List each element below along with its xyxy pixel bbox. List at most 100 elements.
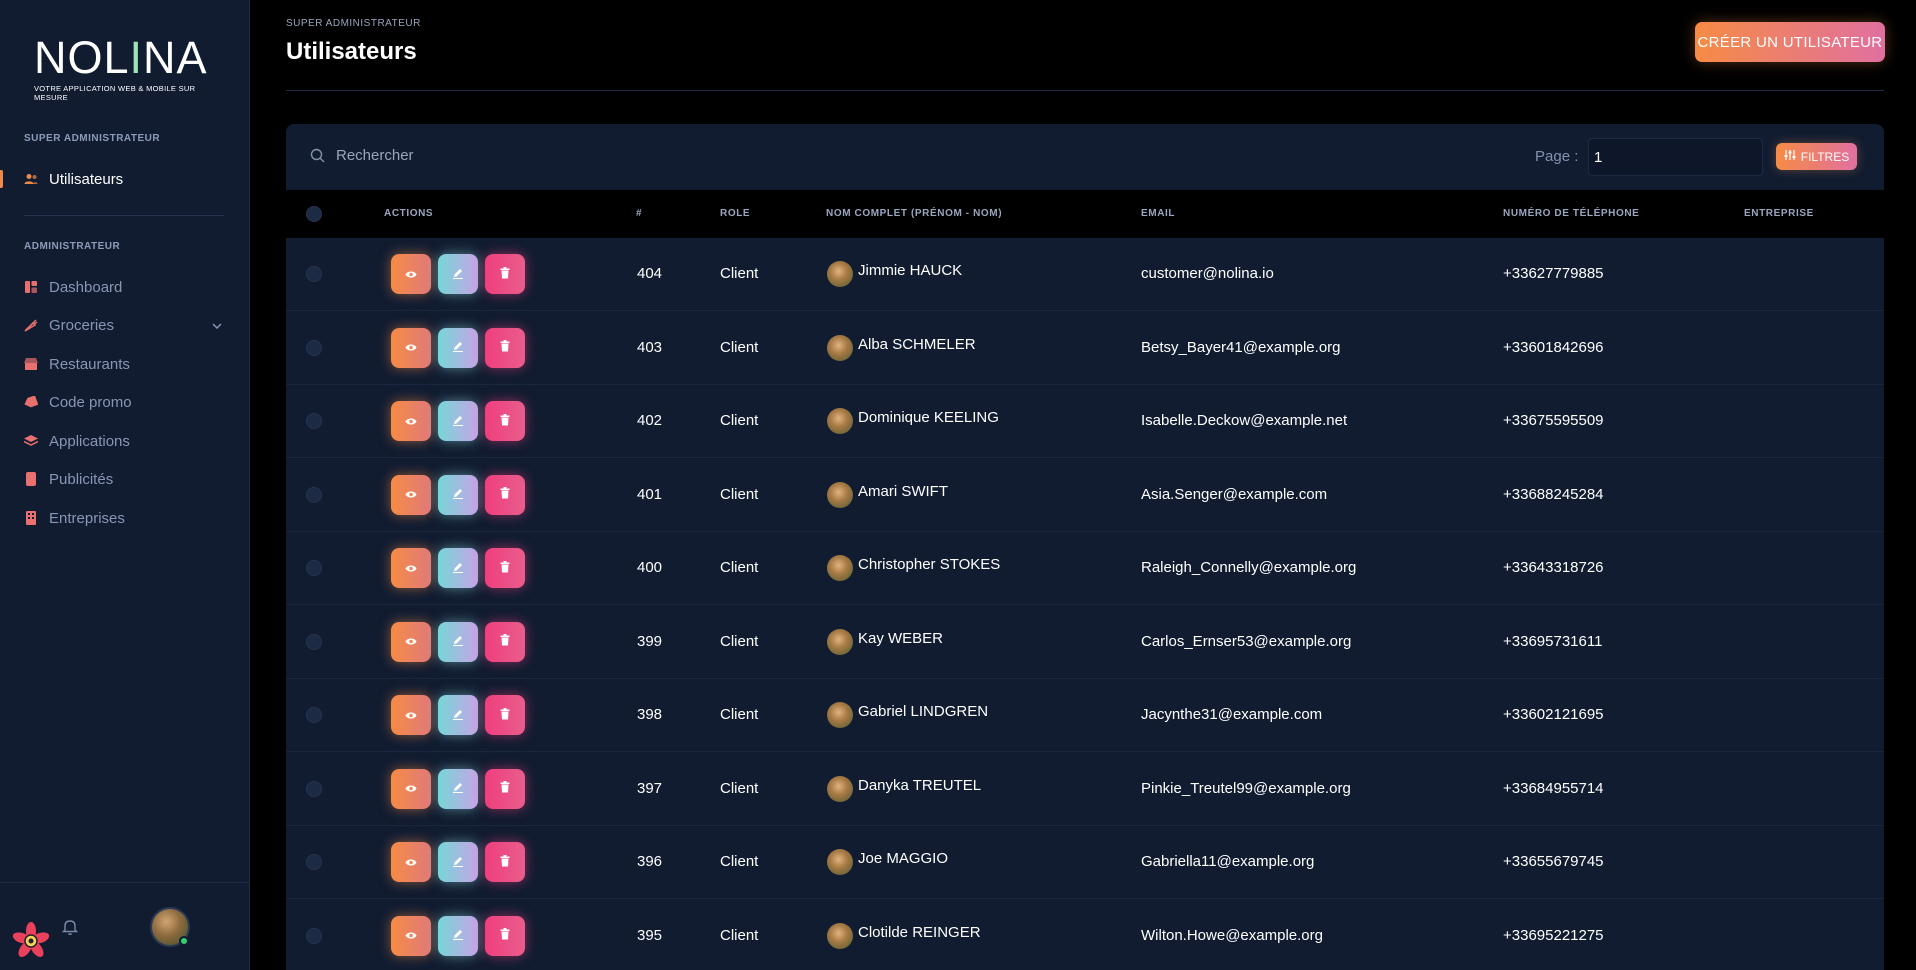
filter-sliders-icon [1784, 149, 1796, 164]
row-checkbox[interactable] [306, 560, 322, 576]
user-email: Isabelle.Deckow@example.net [1141, 412, 1348, 429]
view-button[interactable] [391, 621, 431, 662]
delete-button[interactable] [485, 401, 525, 441]
edit-button[interactable] [438, 327, 478, 368]
search-input[interactable] [336, 140, 836, 170]
pencil-icon [452, 781, 464, 796]
view-button[interactable] [391, 474, 431, 515]
bell-icon[interactable] [61, 918, 79, 936]
pencil-icon [452, 267, 464, 282]
delete-button[interactable] [485, 548, 525, 588]
user-role: Client [720, 853, 759, 870]
user-email: Carlos_Ernser53@example.org [1141, 632, 1352, 650]
view-button[interactable] [391, 768, 431, 809]
edit-button[interactable] [438, 915, 478, 956]
view-button[interactable] [391, 401, 431, 441]
edit-button[interactable] [438, 695, 478, 735]
header-role[interactable]: ROLE [720, 208, 750, 219]
table-row[interactable]: 396 Client Joe MAGGIO Gabriella11@example.o… [286, 826, 1884, 899]
sidebar-item-dashboard[interactable]: Dashboard [0, 270, 249, 304]
sidebar-item-entreprises[interactable]: Entreprises [0, 501, 249, 535]
pencil-icon [452, 414, 464, 429]
header-id[interactable]: # [636, 208, 642, 219]
delete-button[interactable] [485, 915, 525, 956]
table-row[interactable]: 404 Client Jimmie HAUCK customer@nolina.io +… [286, 238, 1884, 311]
create-user-button[interactable]: CRÉER UN UTILISATEUR [1695, 22, 1885, 62]
delete-button[interactable] [485, 254, 525, 294]
header-company[interactable]: ENTREPRISE [1744, 208, 1814, 219]
user-full-name: Danyka TREUTEL [858, 776, 982, 794]
row-checkbox[interactable] [306, 854, 322, 870]
view-button[interactable] [391, 915, 431, 956]
select-all-checkbox[interactable] [306, 206, 322, 222]
filters-button[interactable]: FILTRES [1776, 143, 1857, 170]
view-button[interactable] [391, 548, 431, 588]
edit-button[interactable] [438, 254, 478, 294]
row-checkbox[interactable] [306, 633, 322, 650]
header-phone[interactable]: NUMÉRO DE TÉLÉPHONE [1503, 208, 1639, 219]
nav-section-super-admin: SUPER ADMINISTRATEUR [24, 133, 161, 144]
edit-button[interactable] [438, 401, 478, 441]
delete-button[interactable] [485, 695, 525, 735]
pencil-icon [452, 708, 464, 723]
sidebar-footer-divider [0, 882, 249, 883]
delete-button[interactable] [485, 621, 525, 662]
delete-button[interactable] [485, 327, 525, 368]
edit-button[interactable] [438, 474, 478, 515]
user-email: Raleigh_Connelly@example.org [1141, 559, 1357, 576]
row-checkbox[interactable] [306, 339, 322, 356]
sidebar-item-publicites[interactable]: Publicités [0, 462, 249, 496]
delete-button[interactable] [485, 474, 525, 515]
sidebar-item-code-promo[interactable]: Code promo [0, 385, 249, 419]
row-checkbox[interactable] [306, 927, 322, 944]
edit-button[interactable] [438, 768, 478, 809]
row-checkbox[interactable] [306, 486, 322, 503]
user-row-avatar [827, 628, 853, 655]
view-button[interactable] [391, 695, 431, 735]
table-row[interactable]: 400 Client Christopher STOKES Raleigh_Conne… [286, 532, 1884, 605]
view-button[interactable] [391, 327, 431, 368]
user-phone: +33643318726 [1503, 559, 1604, 576]
trash-icon [500, 560, 510, 576]
page-number-input[interactable] [1588, 138, 1763, 176]
edit-button[interactable] [438, 842, 478, 882]
row-checkbox[interactable] [306, 780, 322, 797]
trash-icon [500, 707, 510, 723]
user-email: Jacynthe31@example.com [1141, 706, 1323, 723]
chevron-down-icon[interactable] [211, 319, 223, 331]
table-row[interactable]: 399 Client Kay WEBER Carlos_Ernser53@exampl… [286, 606, 1884, 679]
view-button[interactable] [391, 842, 431, 882]
sidebar-item-label: Groceries [49, 316, 115, 334]
table-row[interactable]: 403 Client Alba SCHMELER Betsy_Bayer41@exam… [286, 312, 1884, 385]
edit-button[interactable] [438, 621, 478, 662]
user-row-avatar [827, 334, 853, 361]
row-checkbox[interactable] [306, 413, 322, 429]
logo-text-part1: NOL [34, 32, 130, 83]
sidebar-item-label: Utilisateurs [49, 170, 124, 188]
user-role: Client [720, 338, 759, 356]
table-row[interactable]: 397 Client Danyka TREUTEL Pinkie_Treutel99@… [286, 753, 1884, 826]
header-full-name[interactable]: NOM COMPLET (PRÉNOM - NOM) [826, 208, 1002, 219]
user-phone: +33627779885 [1503, 265, 1604, 282]
view-button[interactable] [391, 254, 431, 294]
delete-button[interactable] [485, 842, 525, 882]
sidebar-item-restaurants[interactable]: Restaurants [0, 347, 249, 381]
table-row[interactable]: 402 Client Dominique KEELING Isabelle.Decko… [286, 385, 1884, 458]
header-email[interactable]: EMAIL [1141, 208, 1175, 219]
table-row[interactable]: 395 Client Clotilde REINGER Wilton.Howe@exa… [286, 900, 1884, 970]
sidebar-item-applications[interactable]: Applications [0, 424, 249, 458]
brand-logo[interactable]: NOLINA VOTRE APPLICATION WEB & MOBILE SU… [34, 32, 214, 103]
sidebar-item-groceries[interactable]: Groceries [0, 308, 249, 342]
user-email: Betsy_Bayer41@example.org [1141, 338, 1341, 356]
delete-button[interactable] [485, 768, 525, 809]
flower-icon[interactable] [12, 922, 50, 960]
edit-button[interactable] [438, 548, 478, 588]
pencil-icon [452, 855, 464, 870]
user-full-name: Gabriel LINDGREN [858, 703, 989, 720]
row-checkbox[interactable] [306, 707, 322, 723]
table-row[interactable]: 401 Client Amari SWIFT Asia.Senger@example.… [286, 459, 1884, 532]
table-row[interactable]: 398 Client Gabriel LINDGREN Jacynthe31@exam… [286, 679, 1884, 752]
eye-icon [405, 487, 417, 502]
row-checkbox[interactable] [306, 266, 322, 282]
sidebar-item-utilisateurs[interactable]: Utilisateurs [0, 162, 249, 196]
